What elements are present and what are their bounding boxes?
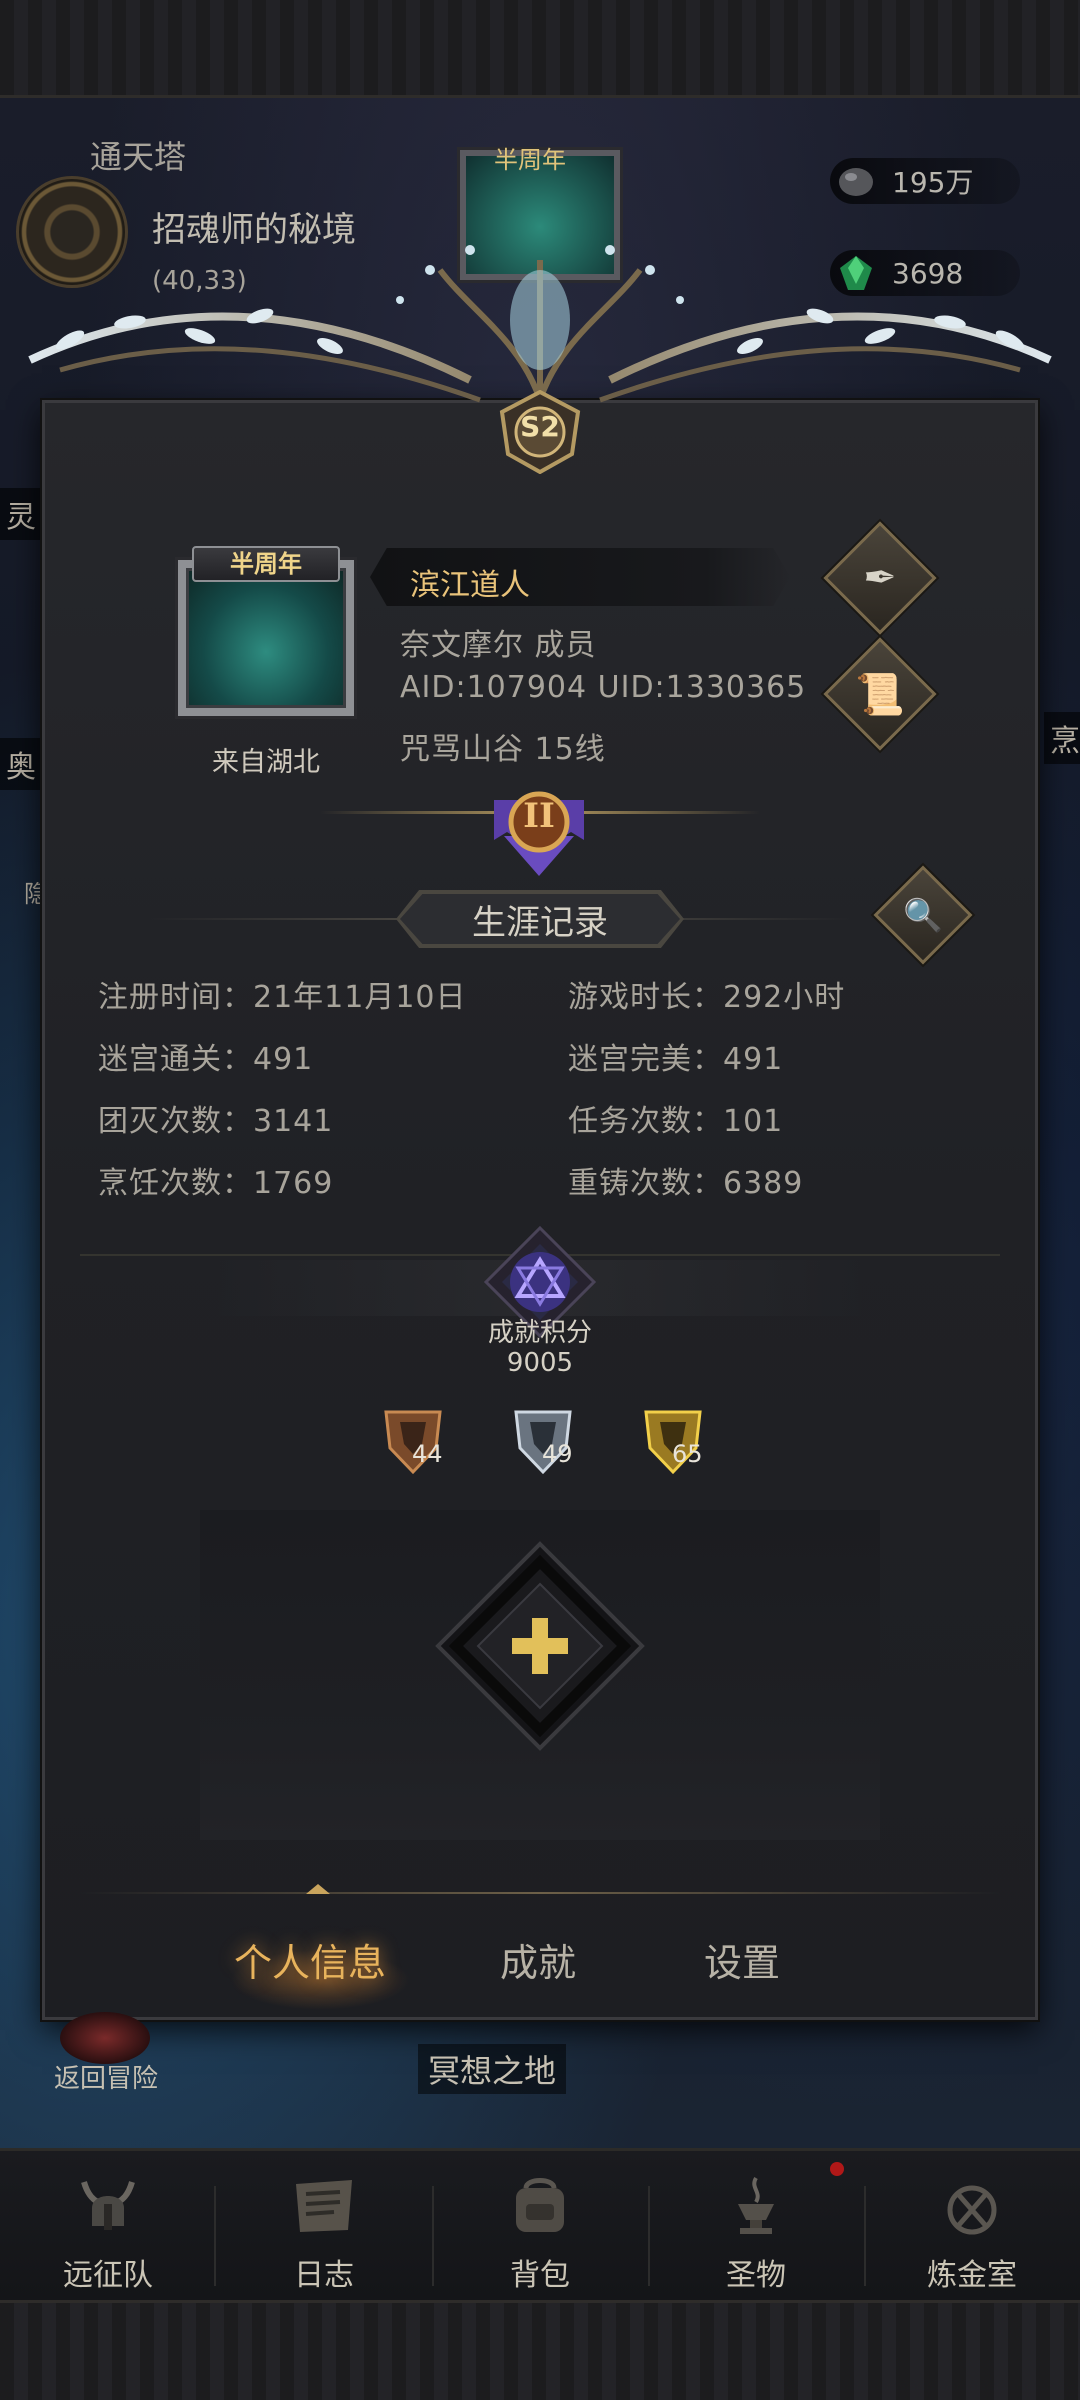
tab-personal-info[interactable]: 个人信息 xyxy=(234,1932,386,1987)
game-screen: 通天塔 招魂师的秘境 (40,33) 半周年 195万 3698 灵 奥 隐 烹 xyxy=(0,0,1080,2400)
emerald-icon xyxy=(840,256,872,290)
stat-reforge: 重铸次数：6389 xyxy=(568,1166,804,1201)
meditation-label[interactable]: 冥想之地 xyxy=(418,2044,567,2094)
map-tag: 半周年 xyxy=(494,146,566,174)
relic-icon xyxy=(738,2176,774,2234)
avatar[interactable] xyxy=(178,560,354,716)
tab-settings[interactable]: 设置 xyxy=(704,1932,780,1987)
resource-stone: 195万 xyxy=(830,158,1020,204)
nav-relics[interactable]: 圣物 xyxy=(656,2160,856,2300)
nav-expedition-label: 远征队 xyxy=(63,2258,153,2293)
stat-register-time: 注册时间：21年11月10日 xyxy=(98,980,467,1015)
season-badge-label: S2 xyxy=(520,410,560,443)
nav-separator xyxy=(214,2186,216,2286)
nav-journal[interactable]: 日志 xyxy=(224,2160,424,2300)
portal-icon[interactable] xyxy=(16,176,128,288)
stat-maze-clears: 迷宫通关：491 xyxy=(98,1042,314,1077)
rank-numeral: II xyxy=(523,796,555,836)
location-title: 通天塔 xyxy=(90,138,187,176)
dungeon-name[interactable]: 招魂师的秘境 xyxy=(152,202,356,251)
resource-stone-value: 195万 xyxy=(892,166,974,199)
dungeon-coords: (40,33) xyxy=(152,266,247,296)
silver-medal-count: 49 xyxy=(542,1440,573,1468)
magnifier-icon: 🔍 xyxy=(903,896,943,934)
stat-play-time: 游戏时长：292小时 xyxy=(568,980,846,1015)
nav-alchemy-label: 炼金室 xyxy=(927,2258,1017,2293)
backpack-icon xyxy=(516,2178,564,2232)
scroll-icon: 📜 xyxy=(855,671,905,718)
achievement-label: 成就积分 xyxy=(487,1318,592,1348)
gold-medal-count: 65 xyxy=(672,1440,703,1468)
journal-icon xyxy=(296,2180,352,2232)
nav-separator xyxy=(432,2186,434,2286)
stone-icon xyxy=(839,168,873,196)
resource-emerald-value: 3698 xyxy=(892,256,964,290)
bronze-medal-count: 44 xyxy=(412,1440,443,1468)
section-title: 生涯记录 xyxy=(400,894,680,944)
stat-maze-perfect: 迷宫完美：491 xyxy=(568,1042,784,1077)
nav-separator xyxy=(648,2186,650,2286)
stat-quests: 任务次数：101 xyxy=(568,1104,784,1139)
side-label-left-2[interactable]: 奥 xyxy=(0,738,42,790)
top-ornament-bar xyxy=(0,0,1080,98)
alchemy-icon xyxy=(947,2185,997,2235)
viking-helmet-icon xyxy=(81,2181,135,2230)
nav-alchemy[interactable]: 炼金室 xyxy=(872,2160,1072,2300)
nav-expedition[interactable]: 远征队 xyxy=(8,2160,208,2300)
add-showcase-button[interactable] xyxy=(434,1540,646,1752)
player-name: 滨江道人 xyxy=(410,568,530,603)
nav-journal-label: 日志 xyxy=(294,2258,354,2293)
bottom-ornament-bar xyxy=(0,2300,1080,2400)
achievement-value: 9005 xyxy=(506,1348,574,1378)
quill-icon: ✒ xyxy=(863,555,897,601)
server-line: 咒骂山谷 15线 xyxy=(400,732,606,767)
avatar-tag: 半周年 xyxy=(192,546,340,582)
return-adventure-label[interactable]: 返回冒险 xyxy=(54,2058,158,2095)
guild-line[interactable]: 奈文摩尔 成员 xyxy=(400,620,597,664)
nav-backpack[interactable]: 背包 xyxy=(440,2160,640,2300)
return-adventure-icon[interactable] xyxy=(60,2012,150,2064)
active-tab-marker-icon xyxy=(306,1882,330,1894)
resource-emerald: 3698 xyxy=(830,250,1020,296)
nav-backpack-label: 背包 xyxy=(510,2258,570,2293)
side-label-left-1[interactable]: 灵 xyxy=(0,488,42,540)
nav-separator xyxy=(864,2186,866,2286)
tab-achievements[interactable]: 成就 xyxy=(500,1932,576,1987)
stat-cooking: 烹饪次数：1769 xyxy=(98,1166,334,1201)
tab-divider xyxy=(80,1892,1000,1894)
achievement-score: 成就积分 9005 xyxy=(440,1318,640,1378)
from-region: 来自湖北 xyxy=(212,747,320,778)
nav-relics-label: 圣物 xyxy=(726,2258,786,2293)
side-label-right-1[interactable]: 烹 xyxy=(1044,712,1080,764)
ids-line: AID:107904 UID:1330365 xyxy=(400,670,807,705)
stat-team-wipes: 团灭次数：3141 xyxy=(98,1104,334,1139)
